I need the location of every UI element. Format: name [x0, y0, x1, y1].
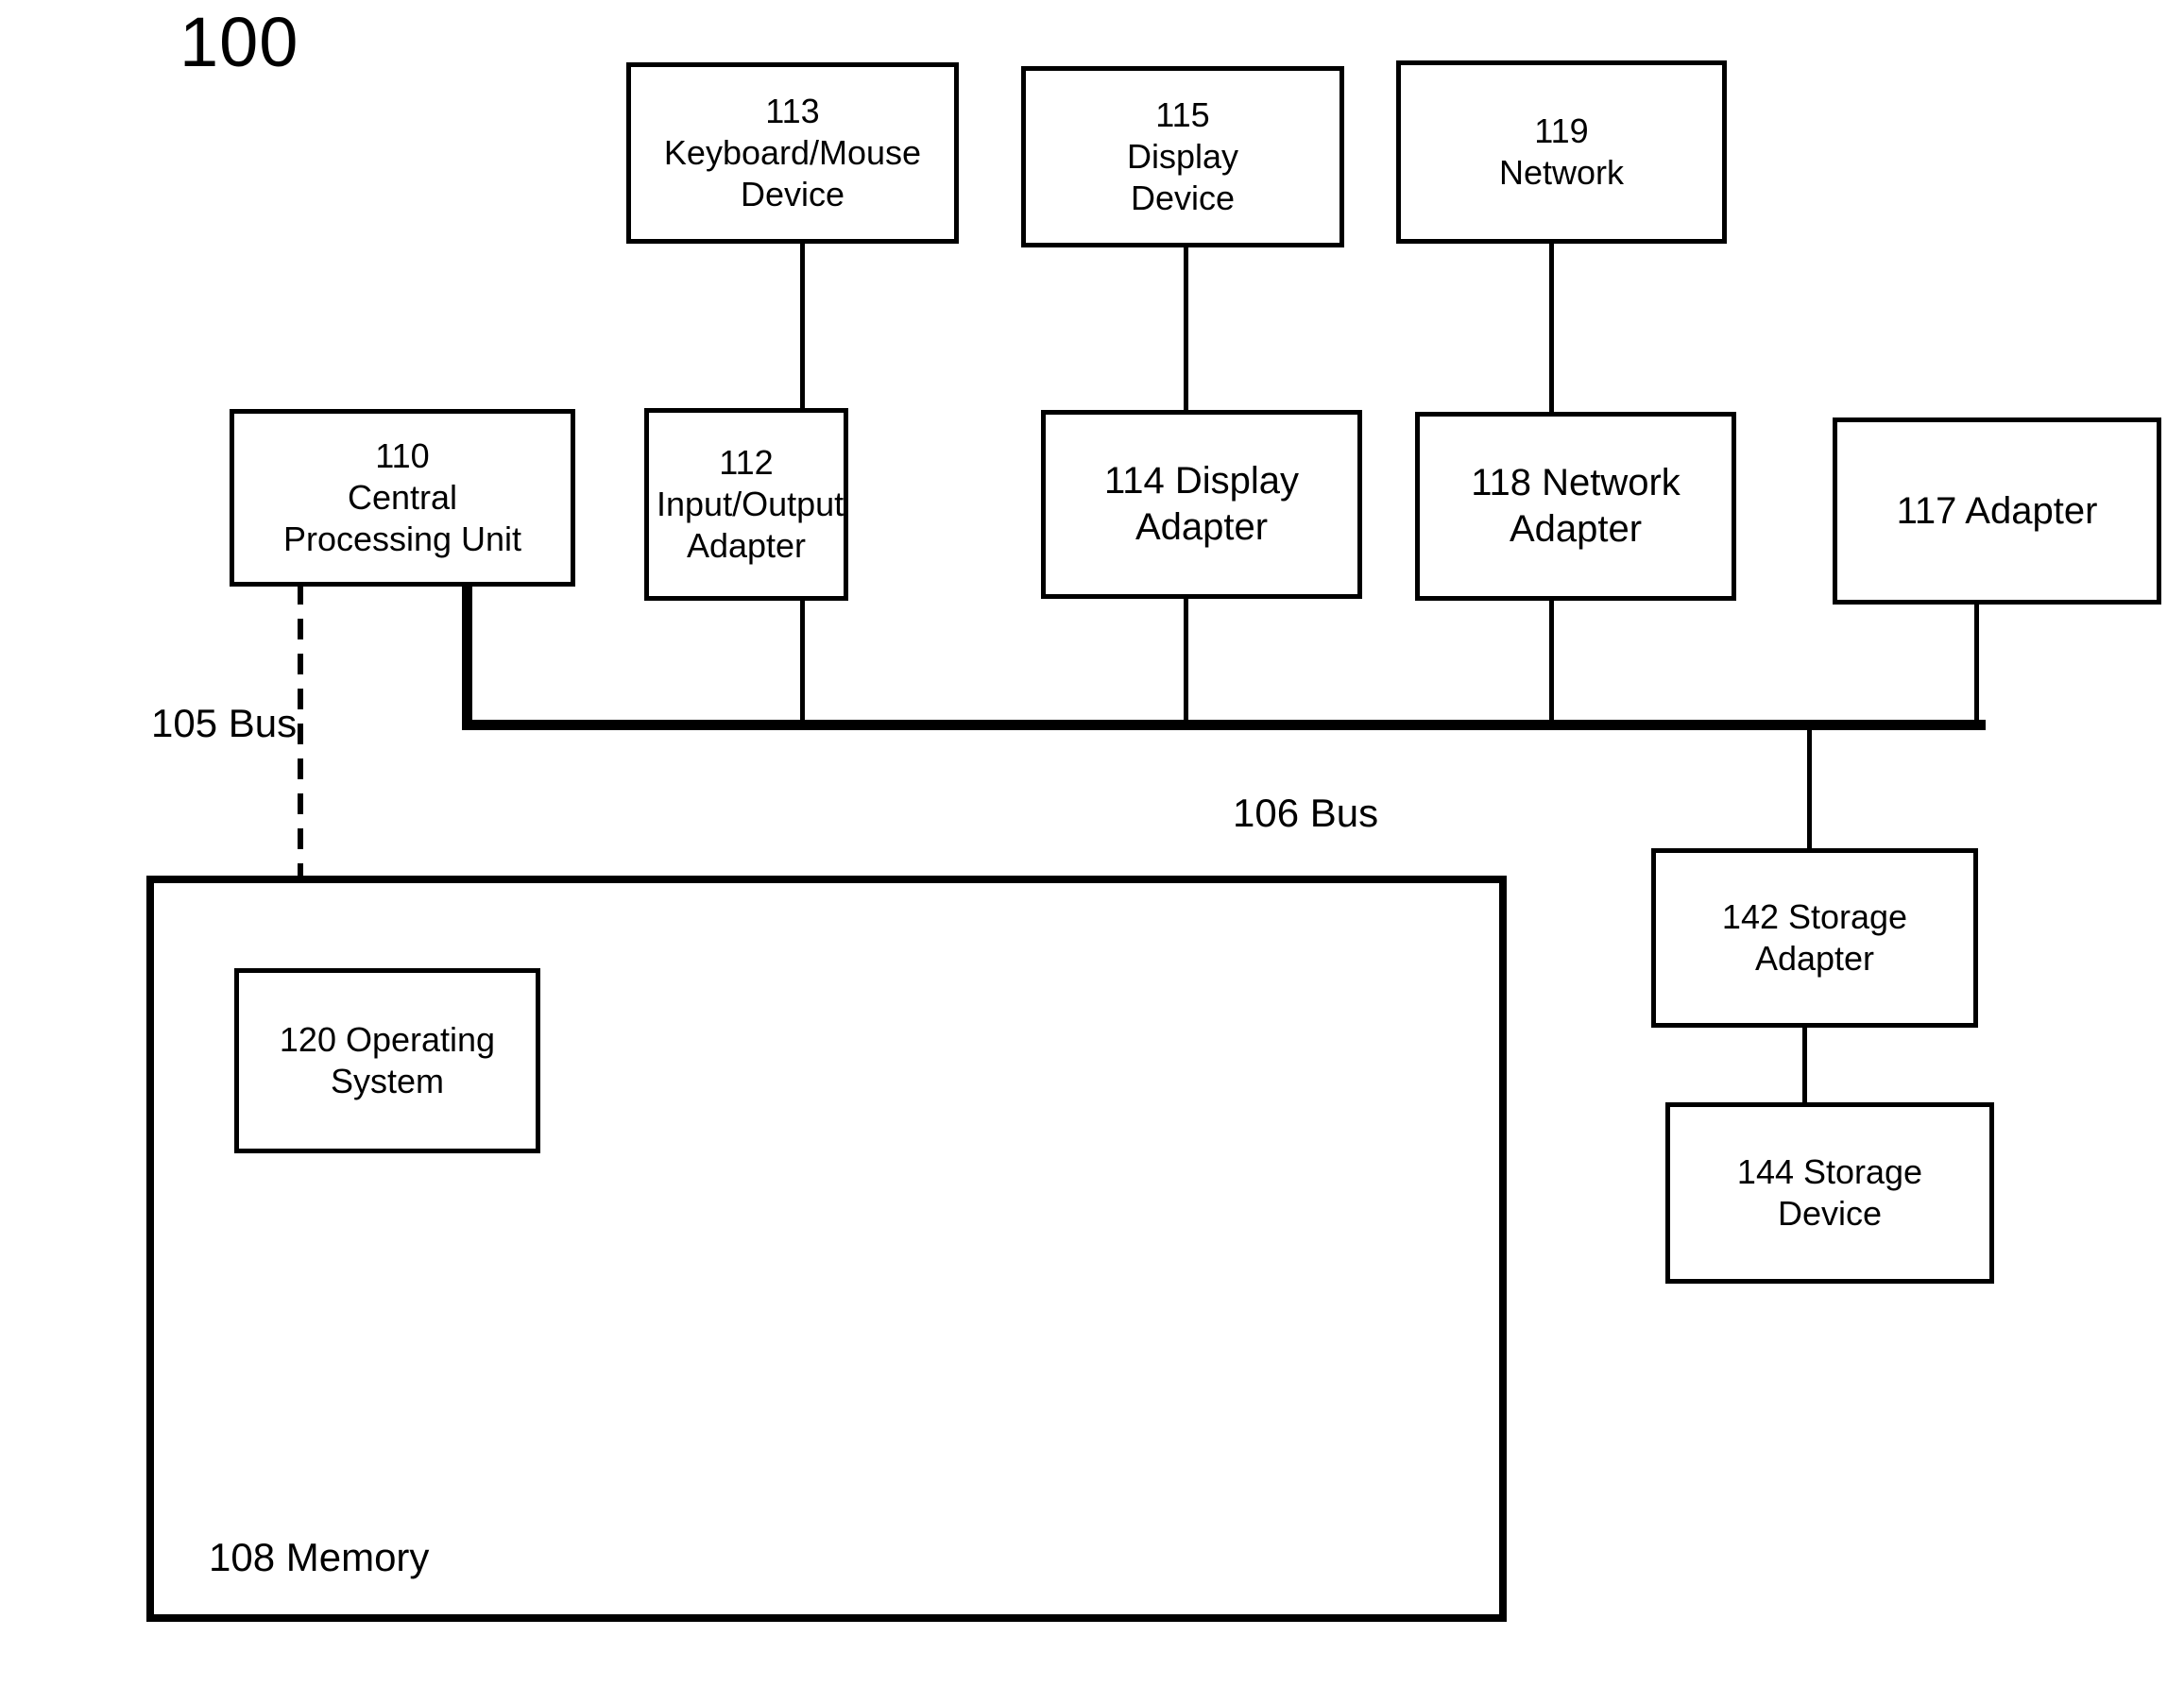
connector-adapter117-to-bus106	[1974, 605, 1979, 727]
box-cpu-line2: Central	[347, 478, 458, 518]
box-keyboard-mouse-device-line3: Device	[740, 174, 845, 213]
connector-storage-adapter-to-storage-device	[1802, 1026, 1807, 1105]
connector-cpu-to-bus106	[462, 584, 472, 730]
box-network-line1: 119	[1534, 111, 1589, 151]
box-display-device-line3: Device	[1130, 178, 1236, 217]
connector-display-adapter-to-bus106	[1184, 599, 1188, 727]
box-adapter-117: 117 Adapter	[1833, 417, 2161, 605]
box-io-adapter-line1: 112	[719, 443, 774, 483]
box-keyboard-mouse-device: 113 Keyboard/Mouse Device	[626, 62, 959, 244]
bus-105-label: 105 Bus	[151, 701, 298, 745]
box-keyboard-mouse-device-line2: Keyboard/Mouse	[663, 133, 922, 173]
box-network-adapter-line2: Adapter	[1509, 508, 1643, 550]
box-network-adapter: 118 Network Adapter	[1415, 412, 1736, 601]
box-central-processing-unit: 110 Central Processing Unit	[230, 409, 575, 587]
box-input-output-adapter: 112 Input/Output Adapter	[644, 408, 848, 601]
connector-network-to-network-adapter	[1549, 244, 1554, 416]
box-storage-device-line2: Device	[1777, 1194, 1883, 1233]
box-adapter-117-line1: 117 Adapter	[1896, 489, 2098, 532]
box-display-adapter: 114 Display Adapter	[1041, 410, 1362, 599]
box-io-adapter-line3: Adapter	[686, 525, 807, 565]
box-storage-adapter: 142 Storage Adapter	[1651, 848, 1978, 1028]
box-display-adapter-line2: Adapter	[1135, 506, 1269, 548]
box-storage-adapter-line1: 142 Storage	[1721, 897, 1908, 937]
bus-106-line	[462, 720, 1986, 730]
connector-network-adapter-to-bus106	[1549, 601, 1554, 727]
box-operating-system: 120 Operating System	[234, 968, 540, 1153]
box-display-device: 115 Display Device	[1021, 66, 1344, 247]
connector-display-to-display-adapter	[1184, 247, 1188, 412]
box-memory-label: 108 Memory	[209, 1535, 430, 1579]
box-storage-adapter-line2: Adapter	[1754, 939, 1875, 978]
connector-keyboard-to-io-adapter	[800, 244, 805, 412]
box-display-adapter-line1: 114 Display	[1103, 460, 1300, 503]
box-io-adapter-line2: Input/Output	[657, 485, 845, 524]
bus-106-label: 106 Bus	[1233, 791, 1379, 835]
box-operating-system-line1: 120 Operating	[279, 1020, 496, 1060]
box-display-device-line2: Display	[1126, 137, 1239, 177]
box-operating-system-line2: System	[330, 1062, 445, 1100]
figure-canvas: 100 113 Keyboard/Mouse Device 115 Displa…	[0, 0, 2184, 1704]
box-memory: 120 Operating System 108 Memory	[146, 876, 1507, 1622]
box-storage-device: 144 Storage Device	[1665, 1102, 1994, 1284]
box-cpu-line1: 110	[375, 436, 430, 476]
box-network: 119 Network	[1396, 60, 1727, 244]
box-network-adapter-line1: 118 Network	[1471, 462, 1681, 504]
box-network-line2: Network	[1498, 153, 1625, 192]
bus-105-dashed-line	[298, 584, 303, 878]
box-display-device-line1: 115	[1155, 95, 1210, 135]
figure-number: 100	[179, 3, 299, 81]
connector-bus106-to-storage-adapter	[1807, 725, 1812, 850]
box-cpu-line3: Processing Unit	[282, 519, 522, 558]
box-storage-device-line1: 144 Storage	[1736, 1152, 1923, 1192]
connector-io-adapter-to-bus106	[800, 601, 805, 727]
box-keyboard-mouse-device-line1: 113	[765, 92, 820, 131]
